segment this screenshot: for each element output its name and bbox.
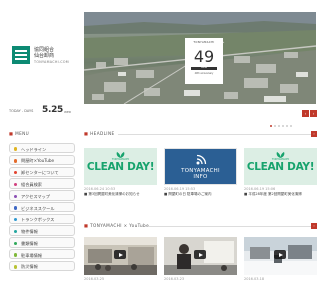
menu-item-label: アクセスマップ: [21, 193, 50, 199]
logo-mark-icon: [12, 46, 30, 64]
today-date-display: TODAY - DAYS 5.25 WED: [9, 105, 72, 119]
youtube-video-card[interactable]: 2016.03.18: [244, 237, 317, 281]
info-thumbnail: TONYAMACHI INFO: [164, 148, 237, 185]
menu-item-label: ヘッドライン: [21, 146, 47, 152]
headline-card[interactable]: TONYAMACHI INFO 2016.06.19 15:53 ■ 問屋町の日 駐車…: [164, 148, 237, 197]
youtube-video-card[interactable]: 2016.03.23: [164, 237, 237, 281]
anniversary-badge: TONYAMACHI 49 SENDAI 49th anniversary: [185, 38, 223, 84]
card-date: 2016.06.19 15:06: [244, 187, 276, 191]
youtube-video-card[interactable]: 2016.03.25: [84, 237, 157, 281]
next-slide-button[interactable]: ›: [310, 110, 317, 117]
menu-item-label: 駐車場情報: [21, 252, 42, 258]
video-date: 2016.03.23: [164, 277, 185, 281]
menu-bullet-icon: [14, 241, 18, 246]
menu-bullet-icon: [14, 218, 18, 222]
site-subtitle: TONYAMACHI.COM: [34, 60, 69, 64]
youtube-divider: [148, 226, 317, 227]
side-menu: ヘッドライン問屋町×YouTube 卸センターについて 組合員検索アクセスマップ ビジ…: [9, 143, 75, 273]
slide-dot[interactable]: [277, 124, 281, 127]
badge-top-text: TONYAMACHI: [193, 41, 215, 44]
card-date: 2016.06.24 10:53: [84, 187, 116, 191]
menu-bullet-icon: [14, 229, 18, 234]
slide-dot[interactable]: [289, 124, 293, 127]
slide-dot[interactable]: [281, 124, 285, 127]
menu-item[interactable]: 駐車場情報: [9, 249, 75, 260]
play-icon[interactable]: [274, 250, 286, 259]
menu-item-label: 物件情報: [21, 229, 38, 235]
slide-dot[interactable]: [285, 124, 289, 127]
menu-item-label: 防災情報: [21, 264, 38, 270]
menu-bullet-icon: [14, 170, 18, 175]
menu-item[interactable]: 卸センターについて: [9, 166, 75, 177]
menu-item[interactable]: ヘッドライン: [9, 143, 75, 154]
site-logo[interactable]: 協同組合 仙台卸商 TONYAMACHI.COM: [12, 46, 76, 68]
menu-item[interactable]: トランクボックス: [9, 213, 75, 225]
menu-item-label: 問屋町×YouTube: [21, 158, 55, 164]
card-title[interactable]: ■ 平成28年度 第2回問屋町美化清掃: [244, 192, 317, 197]
menu-item-label: トランクボックス: [21, 217, 55, 223]
video-date: 2016.03.18: [244, 277, 265, 281]
card-title[interactable]: ■ 問屋町の日 駐車場のご案内: [164, 192, 237, 197]
clean-day-thumbnail: TONYAMACHI CLEAN DAY!: [84, 148, 157, 185]
headline-heading: ■ HEADLINE: [84, 131, 115, 136]
video-date: 2016.03.25: [84, 277, 105, 281]
youtube-heading: ■ TONYAMACHI × YouTube: [84, 223, 150, 228]
slide-dot[interactable]: [270, 124, 273, 127]
menu-item[interactable]: 組合員検索: [9, 178, 75, 189]
site-name: 協同組合 仙台卸商: [34, 47, 55, 59]
headline-more-button[interactable]: ›: [311, 131, 317, 137]
hero-slideshow[interactable]: TONYAMACHI 49 SENDAI 49th anniversary: [84, 12, 316, 104]
menu-item[interactable]: 防災情報: [9, 260, 75, 272]
badge-bar: SENDAI: [191, 67, 217, 70]
slide-dot[interactable]: [273, 124, 277, 127]
video-thumbnail: [164, 237, 237, 275]
menu-item-label: 卸センターについて: [21, 170, 59, 176]
menu-item[interactable]: アクセスマップ: [9, 190, 75, 201]
today-weekday: WED: [64, 110, 72, 114]
menu-bullet-icon: [14, 159, 18, 163]
slide-indicator[interactable]: [270, 112, 300, 127]
badge-anniversary-text: 49th anniversary: [194, 72, 214, 75]
menu-bullet-icon: [14, 265, 18, 269]
menu-bullet-icon: [14, 194, 18, 198]
headline-divider: [118, 134, 317, 135]
menu-item-label: ビジネススクール: [21, 205, 55, 211]
badge-number: 49: [193, 47, 215, 66]
menu-item-label: 組合員検索: [21, 181, 42, 187]
youtube-more-button[interactable]: ›: [311, 223, 317, 229]
play-icon[interactable]: [114, 250, 126, 259]
menu-heading: ■ MENU: [9, 131, 30, 136]
card-title[interactable]: ■ 第3回問屋町美化清掃のお知らせ: [84, 192, 157, 197]
menu-item[interactable]: 問屋町×YouTube: [9, 154, 75, 166]
headline-cards: TONYAMACHI CLEAN DAY! 2016.06.24 10:53 ■ 第3…: [84, 148, 317, 208]
menu-bullet-icon: [14, 147, 18, 151]
prev-slide-button[interactable]: ‹: [302, 110, 309, 117]
menu-item[interactable]: 物件情報: [9, 225, 75, 236]
menu-item[interactable]: 書類情報: [9, 237, 75, 248]
menu-bullet-icon: [14, 253, 18, 257]
video-thumbnail: [244, 237, 317, 275]
broadcast-icon: [196, 154, 207, 165]
today-label: TODAY - DAYS: [9, 109, 34, 113]
today-date: 5.25: [42, 105, 64, 115]
clean-day-thumbnail: TONYAMACHI CLEAN DAY!: [244, 148, 317, 185]
hero-controls: ‹ ›: [270, 110, 318, 127]
menu-item-label: 書類情報: [21, 240, 38, 246]
menu-bullet-icon: [14, 182, 18, 187]
youtube-videos: 2016.03.25 2016.03.23 2016.03.18: [84, 237, 317, 289]
menu-item[interactable]: ビジネススクール: [9, 201, 75, 213]
card-date: 2016.06.19 15:53: [164, 187, 196, 191]
video-thumbnail: [84, 237, 157, 275]
play-icon[interactable]: [194, 250, 206, 259]
headline-card[interactable]: TONYAMACHI CLEAN DAY! 2016.06.24 10:53 ■ 第3…: [84, 148, 157, 197]
menu-bullet-icon: [14, 206, 18, 210]
headline-card[interactable]: TONYAMACHI CLEAN DAY! 2016.06.19 15:06 ■ 平成…: [244, 148, 317, 197]
